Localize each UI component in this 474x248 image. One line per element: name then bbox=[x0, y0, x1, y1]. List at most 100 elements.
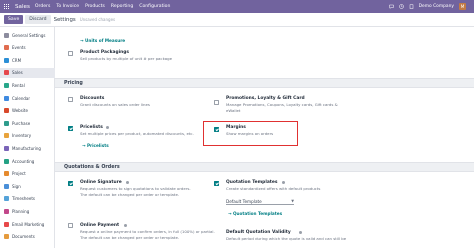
quotation-templates-link[interactable]: → Quotation Templates bbox=[228, 211, 282, 216]
sidebar-item-project[interactable]: Project bbox=[0, 169, 55, 179]
app-name[interactable]: Sales bbox=[15, 4, 30, 10]
sidebar-item-manufacturing[interactable]: Manufacturing bbox=[0, 143, 55, 153]
sidebar-item-email-marketing[interactable]: Email Marketing bbox=[0, 219, 55, 229]
apps-grid-icon[interactable] bbox=[0, 0, 13, 13]
units-of-measure-link[interactable]: → Units of Measure bbox=[80, 38, 125, 43]
sidebar-item-general-settings[interactable]: General Settings bbox=[0, 30, 55, 40]
quotation-validity-title: Default Quotation Validity bbox=[226, 230, 291, 235]
sidebar-item-label: CRM bbox=[12, 57, 22, 63]
quotation-validity-desc-text: Default period during which the quote is… bbox=[226, 236, 347, 241]
margins-checkbox[interactable] bbox=[214, 127, 219, 132]
online-payment-desc-line2: The default can be changed per order or … bbox=[80, 235, 180, 240]
sidebar-item-label: Project bbox=[12, 171, 26, 177]
promotions-checkbox[interactable] bbox=[214, 100, 219, 105]
menu-reporting[interactable]: Reporting bbox=[111, 4, 133, 9]
events-icon bbox=[4, 45, 9, 51]
sidebar-item-label: Rental bbox=[12, 82, 25, 88]
menu-orders[interactable]: Orders bbox=[35, 4, 50, 9]
sidebar-item-label: Timesheets bbox=[12, 196, 35, 202]
sidebar-item-purchase[interactable]: Purchase bbox=[0, 118, 55, 128]
sidebar-item-label: Manufacturing bbox=[12, 145, 41, 151]
pricelists-desc: Set multiple prices per product, automat… bbox=[80, 131, 194, 136]
menu-to-invoice[interactable]: To Invoice bbox=[56, 4, 79, 9]
calendar-icon bbox=[4, 95, 9, 101]
control-panel: Save Discard Settings Unsaved changes bbox=[0, 13, 474, 27]
sign-icon bbox=[4, 183, 9, 189]
quotation-templates-checkbox[interactable] bbox=[214, 181, 219, 186]
promotions-title: Promotions, Loyalty & Gift Card bbox=[226, 96, 305, 101]
pricing-section-header: Pricing bbox=[55, 78, 474, 88]
sidebar-item-inventory[interactable]: Inventory bbox=[0, 131, 55, 141]
quotation-templates-help-icon[interactable] bbox=[282, 181, 285, 184]
sidebar-item-rental[interactable]: Rental bbox=[0, 80, 55, 90]
online-signature-title: Online Signature bbox=[80, 180, 122, 185]
sidebar-item-documents[interactable]: Documents bbox=[0, 232, 55, 242]
company-name[interactable]: Demo Company bbox=[419, 4, 454, 9]
sidebar-item-label: Sign bbox=[12, 183, 21, 189]
sidebar-item-calendar[interactable]: Calendar bbox=[0, 93, 55, 103]
sidebar-item-label: Events bbox=[12, 45, 26, 51]
chat-icon[interactable] bbox=[388, 4, 394, 9]
discard-button[interactable]: Discard bbox=[25, 14, 51, 25]
sidebar-item-label: Documents bbox=[12, 234, 35, 240]
promotions-desc-line1: Manage Promotions, Coupons, Loyalty card… bbox=[226, 102, 338, 107]
accounting-icon bbox=[4, 158, 9, 164]
sidebar-item-crm[interactable]: CRM bbox=[0, 55, 55, 65]
sidebar-item-accounting[interactable]: Accounting bbox=[0, 156, 55, 166]
sidebar-item-label: Email Marketing bbox=[12, 221, 45, 227]
chevron-down-icon: ▼ bbox=[291, 199, 294, 203]
menu-configuration[interactable]: Configuration bbox=[139, 4, 170, 9]
product-packagings-desc: Sell products by multiple of unit # per … bbox=[80, 56, 173, 61]
online-payment-desc-line1: Request a online payment to confirm orde… bbox=[80, 229, 215, 234]
menu-products[interactable]: Products bbox=[85, 4, 105, 9]
margins-desc: Show margins on orders bbox=[226, 131, 274, 136]
quotation-validity-help-icon[interactable] bbox=[299, 231, 302, 234]
online-signature-help-icon[interactable] bbox=[126, 181, 129, 184]
settings-content: → Units of Measure Product Packagings Se… bbox=[55, 27, 474, 248]
save-button[interactable]: Save bbox=[4, 14, 24, 25]
sidebar-item-label: Sales bbox=[12, 70, 23, 76]
sidebar-item-label: Purchase bbox=[12, 120, 31, 126]
online-payment-checkbox[interactable] bbox=[68, 223, 73, 228]
quotation-validity-desc: Default period during which the quote is… bbox=[226, 236, 346, 241]
sidebar-item-sign[interactable]: Sign bbox=[0, 181, 55, 191]
discounts-title: Discounts bbox=[80, 96, 105, 101]
top-navbar: Sales Orders To Invoice Products Reporti… bbox=[0, 0, 474, 13]
sidebar-item-label: Accounting bbox=[12, 158, 35, 164]
pricelists-link[interactable]: → Pricelists bbox=[82, 143, 109, 148]
sidebar-item-label: Inventory bbox=[12, 133, 32, 139]
pricing-section-title: Pricing bbox=[64, 80, 83, 86]
page-title: Settings bbox=[53, 16, 76, 23]
sidebar-item-label: Calendar bbox=[12, 95, 30, 101]
project-icon bbox=[4, 171, 9, 177]
units-of-measure-link-label: Units of Measure bbox=[84, 38, 126, 43]
default-template-value: Default Template bbox=[226, 199, 262, 204]
sidebar-item-events[interactable]: Events bbox=[0, 43, 55, 53]
rental-icon bbox=[4, 82, 9, 88]
pricelists-checkbox[interactable] bbox=[68, 126, 73, 131]
product-packagings-checkbox[interactable] bbox=[68, 51, 73, 56]
pricelists-help-icon[interactable] bbox=[106, 126, 109, 129]
sidebar-item-label: Website bbox=[12, 108, 28, 114]
sidebar-item-planning[interactable]: Planning bbox=[0, 206, 55, 216]
purchase-icon bbox=[4, 120, 9, 126]
manufacturing-icon bbox=[4, 145, 9, 151]
online-signature-checkbox[interactable] bbox=[68, 181, 73, 186]
planning-icon bbox=[4, 208, 9, 214]
sidebar-item-sales[interactable]: Sales bbox=[0, 67, 55, 78]
user-avatar[interactable]: M bbox=[459, 3, 466, 10]
margins-title: Margins bbox=[226, 125, 246, 130]
pricelists-title: Pricelists bbox=[80, 125, 103, 130]
timesheets-icon bbox=[4, 196, 9, 202]
clock-icon[interactable] bbox=[398, 4, 404, 9]
discounts-checkbox[interactable] bbox=[68, 97, 73, 102]
sidebar-item-timesheets[interactable]: Timesheets bbox=[0, 194, 55, 204]
default-template-select[interactable]: Default Template ▼ bbox=[226, 199, 294, 205]
website-icon bbox=[4, 108, 9, 114]
quotations-section-header: Quotations & Orders bbox=[55, 162, 474, 172]
settings-sidebar: General Settings Events CRM Sales Rental Cale… bbox=[0, 27, 55, 248]
sidebar-item-website[interactable]: Website bbox=[0, 106, 55, 116]
online-signature-desc-line1: Request customers to sign quotations to … bbox=[80, 186, 191, 191]
online-payment-help-icon[interactable] bbox=[124, 224, 127, 227]
unsaved-changes-label: Unsaved changes bbox=[79, 17, 116, 22]
